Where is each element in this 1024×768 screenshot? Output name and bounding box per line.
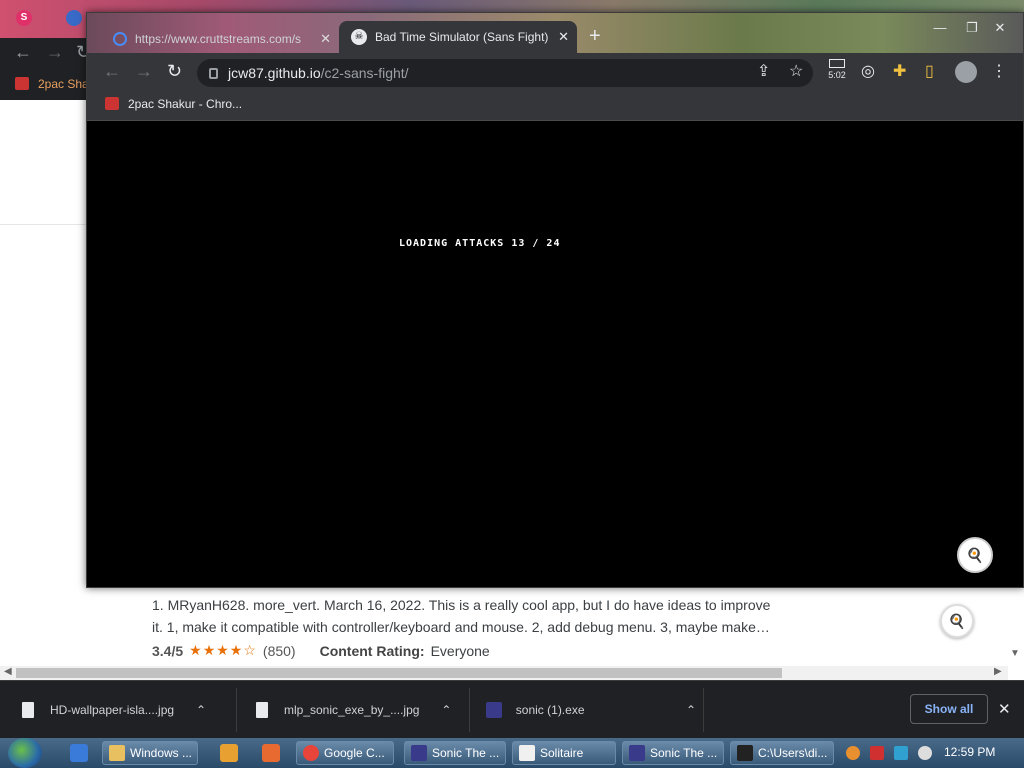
scroll-down-icon[interactable]: ▼: [1010, 648, 1020, 659]
start-button-icon[interactable]: [8, 738, 42, 768]
download-filename: sonic (1).exe: [515, 703, 585, 717]
chrome-icon: [303, 745, 319, 761]
rating-count: (850): [262, 642, 296, 659]
address-bar[interactable]: jcw87.github.io/c2-sans-fight/: [197, 59, 813, 87]
taskbar-solitaire[interactable]: Solitaire: [512, 741, 616, 765]
chevron-up-icon[interactable]: ⌃: [441, 703, 451, 717]
sonic-icon: [411, 745, 427, 761]
exe-file-icon: [486, 702, 502, 718]
floating-extension-badge-icon[interactable]: 🍳: [940, 604, 974, 638]
monitor-tray-icon[interactable]: [894, 746, 908, 760]
share-icon[interactable]: ⇪: [757, 61, 770, 81]
restore-icon[interactable]: ❐: [957, 17, 987, 39]
file-icon: [256, 702, 268, 718]
url-host: jcw87.github.io: [228, 65, 321, 81]
game-canvas[interactable]: [87, 122, 1023, 587]
side-panel-icon[interactable]: ▯: [925, 61, 934, 81]
search-tray-icon[interactable]: [846, 746, 860, 760]
show-all-downloads-button[interactable]: Show all: [910, 694, 988, 724]
bookmark-star-icon[interactable]: ☆: [789, 61, 803, 81]
review-snippet: 1. MRyanH628. more_vert. March 16, 2022.…: [152, 594, 772, 638]
rating-row: 3.4/5 ★★★★☆ (850) Content Rating: Everyo…: [152, 642, 490, 659]
floating-extension-badge-icon[interactable]: 🍳: [957, 537, 993, 573]
extension-timer-icon[interactable]: 5:02: [825, 59, 849, 85]
url-path: /c2-sans-fight/: [320, 65, 409, 81]
chevron-up-icon[interactable]: ⌃: [686, 703, 696, 717]
loading-status: LOADING ATTACKS 13 / 24: [399, 238, 561, 249]
profile-avatar-icon[interactable]: [955, 61, 977, 83]
foreground-browser-window: https://www.cruttstreams.com/s ✕ ☠ Bad T…: [86, 12, 1024, 588]
file-icon: [22, 702, 34, 718]
star-rating-icon: ★★★★☆: [189, 642, 257, 658]
review-text: 1. MRyanH628. more_vert. March 16, 2022.…: [152, 597, 771, 635]
taskbar-google-chrome[interactable]: Google C...: [296, 741, 394, 765]
download-item[interactable]: sonic (1).exe ⌃: [486, 690, 696, 730]
paint-icon[interactable]: [262, 744, 280, 762]
download-filename: HD-wallpaper-isla....jpg: [50, 703, 175, 717]
taskbar-cmd[interactable]: C:\Users\di...: [730, 741, 834, 765]
lock-icon[interactable]: [209, 67, 218, 79]
clock[interactable]: 12:59 PM: [944, 745, 995, 759]
rating-score: 3.4/5: [152, 642, 184, 659]
terminal-icon: [737, 745, 753, 761]
bookmark-favicon-icon: [105, 97, 119, 110]
media-player-icon[interactable]: [220, 744, 238, 762]
divider: [469, 688, 470, 732]
close-window-icon[interactable]: ✕: [985, 17, 1015, 39]
background-tab-favicon[interactable]: S: [16, 10, 32, 26]
divider: [703, 688, 704, 732]
background-tab-favicon-2[interactable]: [66, 10, 82, 26]
sonic-icon: [629, 745, 645, 761]
folder-icon: [109, 745, 125, 761]
content-rating-value: Everyone: [430, 642, 490, 659]
download-item[interactable]: mlp_sonic_exe_by_....jpg ⌃: [256, 690, 456, 730]
menu-kebab-icon[interactable]: ⋮: [991, 61, 1007, 81]
flag-tray-icon[interactable]: [870, 746, 884, 760]
tab-cruttstreams[interactable]: https://www.cruttstreams.com/s ✕: [105, 25, 337, 53]
bookmark-2pac-shakur[interactable]: 2pac Shakur - Chro...: [128, 97, 242, 111]
skull-favicon-icon: ☠: [351, 29, 367, 45]
new-tab-icon[interactable]: +: [589, 25, 601, 48]
tab-favicon-icon: [113, 32, 127, 46]
bookmark-favicon-icon: [15, 77, 29, 90]
taskbar-sonic-1[interactable]: Sonic The ...: [404, 741, 506, 765]
puzzle-extensions-icon[interactable]: ✚: [893, 61, 906, 81]
taskbar-windows-explorer[interactable]: Windows ...: [102, 741, 198, 765]
solitaire-icon: [519, 745, 535, 761]
tab-bad-time-simulator[interactable]: ☠ Bad Time Simulator (Sans Fight) ✕: [339, 21, 577, 53]
background-back-icon[interactable]: ←: [14, 42, 32, 63]
tab-title: https://www.cruttstreams.com/s: [135, 32, 302, 46]
background-forward-icon[interactable]: →: [46, 42, 64, 63]
forward-icon[interactable]: →: [135, 61, 153, 82]
reload-icon[interactable]: ↻: [167, 61, 182, 82]
download-filename: mlp_sonic_exe_by_....jpg: [284, 703, 420, 717]
scroll-right-icon[interactable]: ▶: [994, 666, 1002, 677]
download-item[interactable]: HD-wallpaper-isla....jpg ⌃: [22, 690, 222, 730]
extension-icon[interactable]: ◎: [861, 61, 875, 81]
chevron-up-icon[interactable]: ⌃: [196, 703, 206, 717]
back-icon[interactable]: ←: [103, 61, 121, 82]
divider: [236, 688, 237, 732]
divider: [0, 224, 86, 225]
close-downloads-icon[interactable]: ✕: [998, 700, 1011, 718]
tab-close-icon[interactable]: ✕: [320, 31, 331, 47]
minimize-icon[interactable]: —: [925, 17, 955, 39]
scroll-left-icon[interactable]: ◀: [4, 666, 12, 677]
tab-close-icon[interactable]: ✕: [558, 29, 569, 45]
volume-tray-icon[interactable]: [918, 746, 932, 760]
internet-explorer-icon[interactable]: [70, 744, 88, 762]
background-bookmark-link[interactable]: 2pac Sha: [38, 77, 89, 91]
extension-timer-text: 5:02: [828, 70, 846, 80]
scrollbar-thumb[interactable]: [16, 668, 782, 678]
taskbar-sonic-2[interactable]: Sonic The ...: [622, 741, 724, 765]
tab-title: Bad Time Simulator (Sans Fight): [375, 30, 549, 44]
content-rating-label: Content Rating:: [319, 642, 425, 659]
